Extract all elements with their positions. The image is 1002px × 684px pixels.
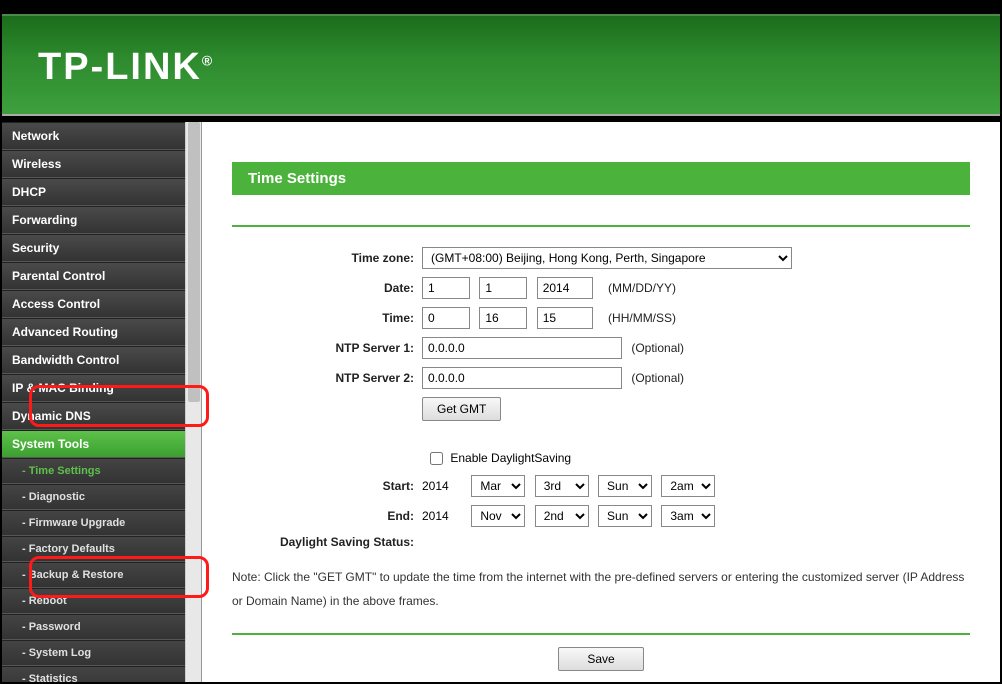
dst-enable-label: Enable DaylightSaving bbox=[450, 451, 571, 465]
dst-start-label: Start: bbox=[232, 479, 422, 493]
note-text: Note: Click the "GET GMT" to update the … bbox=[232, 565, 970, 613]
sidebar-sub-password[interactable]: - Password bbox=[2, 614, 186, 640]
sidebar-sub-factory-defaults[interactable]: - Factory Defaults bbox=[2, 536, 186, 562]
sidebar-sub-diagnostic[interactable]: - Diagnostic bbox=[2, 484, 186, 510]
sidebar: Network Wireless DHCP Forwarding Securit… bbox=[2, 122, 202, 682]
brand-text: TP-LINK bbox=[38, 46, 202, 88]
sidebar-item-advanced-routing[interactable]: Advanced Routing bbox=[2, 318, 186, 346]
dst-end-dow-select[interactable]: Sun bbox=[598, 505, 652, 527]
sidebar-item-wireless[interactable]: Wireless bbox=[2, 150, 186, 178]
ntp2-label: NTP Server 2: bbox=[232, 371, 422, 385]
sidebar-item-ip-mac-binding[interactable]: IP & MAC Binding bbox=[2, 374, 186, 402]
page-title: Time Settings bbox=[232, 162, 970, 195]
ntp1-label: NTP Server 1: bbox=[232, 341, 422, 355]
scroll-thumb[interactable] bbox=[188, 122, 200, 402]
main-content: Time Settings Time zone: (GMT+08:00) Bei… bbox=[202, 122, 1000, 682]
get-gmt-button[interactable]: Get GMT bbox=[422, 397, 501, 421]
sidebar-item-system-tools[interactable]: System Tools bbox=[2, 430, 186, 458]
date-hint: (MM/DD/YY) bbox=[608, 281, 676, 295]
sidebar-sub-backup-restore[interactable]: - Backup & Restore bbox=[2, 562, 186, 588]
dst-end-month-select[interactable]: Nov bbox=[471, 505, 525, 527]
dst-end-ord-select[interactable]: 2nd bbox=[535, 505, 589, 527]
dst-start-month-select[interactable]: Mar bbox=[471, 475, 525, 497]
divider bbox=[232, 225, 970, 227]
time-hh-input[interactable] bbox=[422, 307, 470, 329]
dst-start-ord-select[interactable]: 3rd bbox=[535, 475, 589, 497]
sidebar-item-network[interactable]: Network bbox=[2, 122, 186, 150]
sidebar-item-parental-control[interactable]: Parental Control bbox=[2, 262, 186, 290]
timezone-label: Time zone: bbox=[232, 251, 422, 265]
sidebar-sub-system-log[interactable]: - System Log bbox=[2, 640, 186, 666]
time-label: Time: bbox=[232, 311, 422, 325]
dst-start-year: 2014 bbox=[422, 479, 462, 493]
ntp1-hint: (Optional) bbox=[631, 341, 684, 355]
dst-start-dow-select[interactable]: Sun bbox=[598, 475, 652, 497]
dst-start-hour-select[interactable]: 2am bbox=[661, 475, 715, 497]
dst-enable-checkbox[interactable] bbox=[430, 452, 443, 465]
header-banner: TP-LINK® bbox=[2, 2, 1000, 122]
sidebar-sub-time-settings[interactable]: - Time Settings bbox=[2, 458, 186, 484]
brand-logo: TP-LINK® bbox=[2, 14, 1000, 89]
date-year-input[interactable] bbox=[537, 277, 593, 299]
date-label: Date: bbox=[232, 281, 422, 295]
time-mm-input[interactable] bbox=[479, 307, 527, 329]
date-month-input[interactable] bbox=[422, 277, 470, 299]
date-day-input[interactable] bbox=[479, 277, 527, 299]
dst-status-label: Daylight Saving Status: bbox=[232, 535, 422, 549]
time-hint: (HH/MM/SS) bbox=[608, 311, 676, 325]
ntp1-input[interactable] bbox=[422, 337, 622, 359]
divider-bottom bbox=[232, 633, 970, 635]
sidebar-item-forwarding[interactable]: Forwarding bbox=[2, 206, 186, 234]
time-ss-input[interactable] bbox=[537, 307, 593, 329]
timezone-select[interactable]: (GMT+08:00) Beijing, Hong Kong, Perth, S… bbox=[422, 247, 792, 269]
ntp2-input[interactable] bbox=[422, 367, 622, 389]
sidebar-sub-statistics[interactable]: - Statistics bbox=[2, 666, 186, 684]
dst-end-year: 2014 bbox=[422, 509, 462, 523]
sidebar-item-dhcp[interactable]: DHCP bbox=[2, 178, 186, 206]
dst-end-hour-select[interactable]: 3am bbox=[661, 505, 715, 527]
sidebar-item-security[interactable]: Security bbox=[2, 234, 186, 262]
sidebar-item-dynamic-dns[interactable]: Dynamic DNS bbox=[2, 402, 186, 430]
save-button[interactable]: Save bbox=[558, 647, 643, 671]
dst-end-label: End: bbox=[232, 509, 422, 523]
sidebar-sub-reboot[interactable]: - Reboot bbox=[2, 588, 186, 614]
sidebar-sub-firmware-upgrade[interactable]: - Firmware Upgrade bbox=[2, 510, 186, 536]
ntp2-hint: (Optional) bbox=[631, 371, 684, 385]
sidebar-scrollbar[interactable] bbox=[185, 122, 201, 682]
sidebar-item-bandwidth-control[interactable]: Bandwidth Control bbox=[2, 346, 186, 374]
sidebar-item-access-control[interactable]: Access Control bbox=[2, 290, 186, 318]
